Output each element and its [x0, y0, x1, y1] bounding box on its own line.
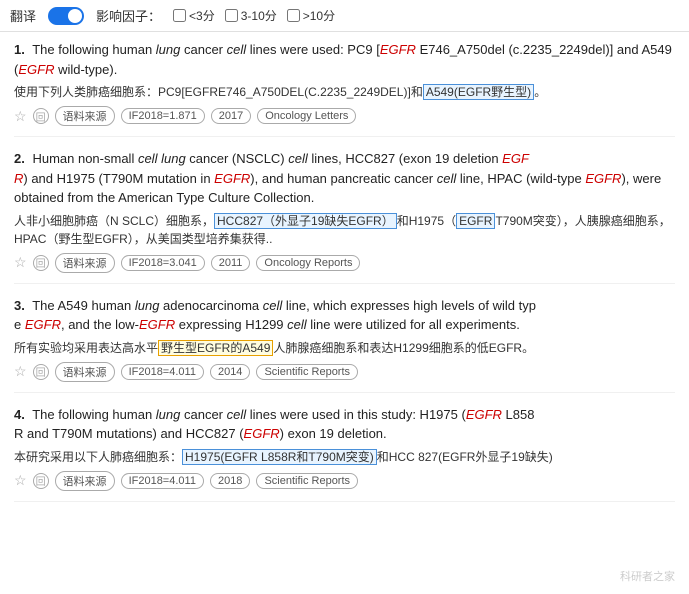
- filter-options: <3分 3-10分 >10分: [173, 7, 335, 24]
- circle-2[interactable]: 回: [33, 255, 49, 271]
- egfr-italic-3: EGFR: [25, 317, 61, 332]
- tag-year-2[interactable]: 2011: [211, 255, 251, 271]
- egfr-italic-1b: EGFR: [18, 62, 54, 77]
- result-4-number: 4.: [14, 407, 25, 422]
- cell-italic-1: cell: [227, 42, 247, 57]
- star-4[interactable]: ☆: [14, 472, 27, 489]
- result-4-zh: 本研究采用以下人肺癌细胞系：H1975(EGFR L858R和T790M突变)和…: [14, 448, 675, 466]
- filter-gt10[interactable]: >10分: [287, 7, 335, 24]
- tag-source-2[interactable]: 语料来源: [55, 253, 115, 273]
- egfr-italic-1: EGFR: [380, 42, 416, 57]
- cell-italic-2: cell: [138, 151, 158, 166]
- star-3[interactable]: ☆: [14, 363, 27, 380]
- cell-italic-2c: cell: [437, 171, 457, 186]
- tag-if-3[interactable]: IF2018=4.011: [121, 364, 204, 380]
- result-3-number: 3.: [14, 298, 25, 313]
- cell-italic-3b: cell: [287, 317, 307, 332]
- result-4-en: 4. The following human lung cancer cell …: [14, 405, 675, 444]
- result-item-2: 2. Human non-small cell lung cancer (NSC…: [14, 149, 675, 284]
- lung-italic-2: lung: [161, 151, 186, 166]
- result-item-4: 4. The following human lung cancer cell …: [14, 405, 675, 502]
- circle-3[interactable]: 回: [33, 364, 49, 380]
- egfr-italic-2d: EGFR: [585, 171, 621, 186]
- result-3-en: 3. The A549 human lung adenocarcinoma ce…: [14, 296, 675, 335]
- result-1-en: 1. The following human lung cancer cell …: [14, 40, 675, 79]
- zh-highlight-2a: HCC827（外显子19缺失EGFR）: [214, 213, 397, 229]
- result-item-3: 3. The A549 human lung adenocarcinoma ce…: [14, 296, 675, 393]
- circle-1[interactable]: 回: [33, 108, 49, 124]
- zh-highlight-4: H1975(EGFR L858R和T790M突变): [182, 449, 377, 465]
- filter-3-10-checkbox[interactable]: [225, 9, 238, 22]
- lung-italic-3: lung: [135, 298, 160, 313]
- tag-year-3[interactable]: 2014: [210, 364, 250, 380]
- tag-journal-1[interactable]: Oncology Letters: [257, 108, 356, 124]
- star-1[interactable]: ☆: [14, 108, 27, 125]
- egfr-italic-3b: EGFR: [139, 317, 175, 332]
- zh-highlight-2b: EGFR: [456, 213, 495, 229]
- result-3-zh: 所有实验均采用表达高水平野生型EGFR的A549人肺腺癌细胞系和表达H1299细…: [14, 339, 675, 357]
- tag-if-4[interactable]: IF2018=4.011: [121, 473, 204, 489]
- result-2-meta: ☆ 回 语料来源 IF2018=3.041 2011 Oncology Repo…: [14, 253, 675, 273]
- result-2-en: 2. Human non-small cell lung cancer (NSC…: [14, 149, 675, 208]
- lung-italic-1: lung: [156, 42, 181, 57]
- result-4-meta: ☆ 回 语料来源 IF2018=4.011 2018 Scientific Re…: [14, 471, 675, 491]
- result-1-zh: 使用下列人类肺癌细胞系：PC9[EGFRE746_A750DEL(C.2235_…: [14, 83, 675, 101]
- lung-italic-4: lung: [156, 407, 181, 422]
- tag-if-1[interactable]: IF2018=1.871: [121, 108, 205, 124]
- tag-journal-3[interactable]: Scientific Reports: [256, 364, 358, 380]
- result-2-zh: 人非小细胞肺癌（N SCLC）细胞系，HCC827（外显子19缺失EGFR）和H…: [14, 212, 675, 248]
- tag-year-4[interactable]: 2018: [210, 473, 250, 489]
- result-2-number: 2.: [14, 151, 25, 166]
- watermark: 科研者之家: [620, 568, 675, 584]
- filter-lt3-checkbox[interactable]: [173, 9, 186, 22]
- tag-source-3[interactable]: 语料来源: [55, 362, 115, 382]
- tag-source-1[interactable]: 语料来源: [55, 106, 115, 126]
- cell-italic-2b: cell: [288, 151, 308, 166]
- result-1-number: 1.: [14, 42, 25, 57]
- egfr-italic-4: EGFR: [466, 407, 502, 422]
- filter-3-10[interactable]: 3-10分: [225, 7, 277, 24]
- zh-highlight-3: 野生型EGFR的A549: [158, 340, 273, 356]
- filter-lt3[interactable]: <3分: [173, 7, 215, 24]
- tag-journal-4[interactable]: Scientific Reports: [256, 473, 358, 489]
- top-bar: 翻译 影响因子： <3分 3-10分 >10分: [0, 0, 689, 32]
- zh-highlight-1: A549(EGFR野生型): [423, 84, 534, 100]
- result-1-meta: ☆ 回 语料来源 IF2018=1.871 2017 Oncology Lett…: [14, 106, 675, 126]
- tag-year-1[interactable]: 2017: [211, 108, 251, 124]
- tag-source-4[interactable]: 语料来源: [55, 471, 115, 491]
- translate-label: 翻译: [10, 6, 36, 25]
- star-2[interactable]: ☆: [14, 254, 27, 271]
- tag-journal-2[interactable]: Oncology Reports: [256, 255, 360, 271]
- egfr-italic-4b: EGFR: [244, 426, 280, 441]
- impact-label: 影响因子：: [96, 6, 161, 25]
- cell-italic-4: cell: [227, 407, 247, 422]
- cell-italic-3: cell: [263, 298, 283, 313]
- translate-toggle[interactable]: [48, 7, 84, 25]
- filter-gt10-checkbox[interactable]: [287, 9, 300, 22]
- result-item-1: 1. The following human lung cancer cell …: [14, 40, 675, 137]
- tag-if-2[interactable]: IF2018=3.041: [121, 255, 205, 271]
- results-container: 1. The following human lung cancer cell …: [0, 32, 689, 522]
- egfr-italic-2c: EGFR: [214, 171, 250, 186]
- egfr-italic-2b: R: [14, 171, 23, 186]
- circle-4[interactable]: 回: [33, 473, 49, 489]
- result-3-meta: ☆ 回 语料来源 IF2018=4.011 2014 Scientific Re…: [14, 362, 675, 382]
- egfr-italic-2: EGF: [502, 151, 529, 166]
